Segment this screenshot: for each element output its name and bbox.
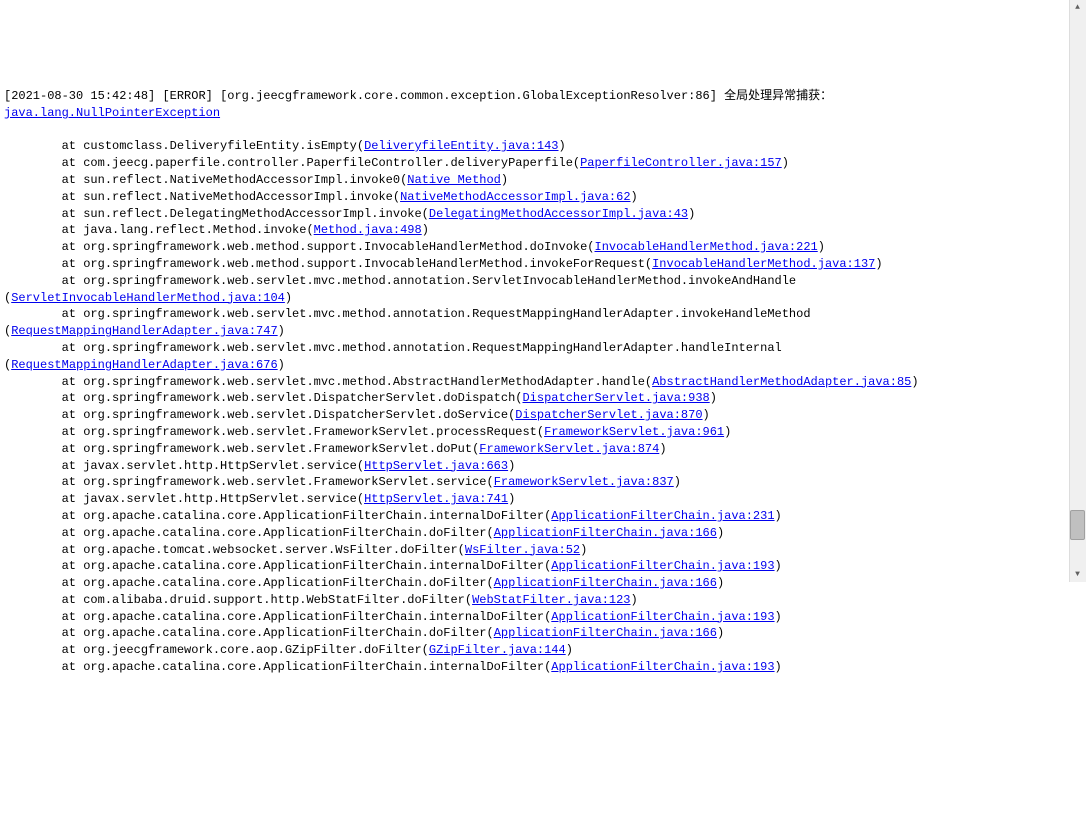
source-link[interactable]: AbstractHandlerMethodAdapter.java:85 bbox=[652, 375, 911, 389]
log-message: 全局处理异常捕获： bbox=[724, 89, 832, 103]
stacktrace-line: at org.springframework.web.servlet.Dispa… bbox=[4, 390, 1062, 407]
source-link[interactable]: InvocableHandlerMethod.java:221 bbox=[595, 240, 818, 254]
scrollbar-thumb[interactable] bbox=[1070, 510, 1085, 540]
stacktrace-line: at org.springframework.web.servlet.mvc.m… bbox=[4, 374, 1062, 391]
stacktrace-line: at org.apache.catalina.core.ApplicationF… bbox=[4, 508, 1062, 525]
log-level: [ERROR] bbox=[162, 89, 212, 103]
source-link[interactable]: DispatcherServlet.java:938 bbox=[522, 391, 709, 405]
timestamp: [2021-08-30 15:42:48] bbox=[4, 89, 155, 103]
source-link[interactable]: ApplicationFilterChain.java:193 bbox=[551, 610, 774, 624]
source-link[interactable]: WsFilter.java:52 bbox=[465, 543, 580, 557]
source-link[interactable]: InvocableHandlerMethod.java:137 bbox=[652, 257, 875, 271]
stacktrace-line: at org.apache.catalina.core.ApplicationF… bbox=[4, 609, 1062, 626]
stacktrace-line: at customclass.DeliveryfileEntity.isEmpt… bbox=[4, 138, 1062, 155]
stacktrace-line: at org.springframework.web.servlet.Frame… bbox=[4, 424, 1062, 441]
stacktrace-line: at org.jeecgframework.core.aop.GZipFilte… bbox=[4, 642, 1062, 659]
stacktrace-line: at java.lang.reflect.Method.invoke(Metho… bbox=[4, 222, 1062, 239]
source-link[interactable]: HttpServlet.java:741 bbox=[364, 492, 508, 506]
stacktrace-line: at org.apache.catalina.core.ApplicationF… bbox=[4, 625, 1062, 642]
log-source: [org.jeecgframework.core.common.exceptio… bbox=[220, 89, 717, 103]
source-link[interactable]: WebStatFilter.java:123 bbox=[472, 593, 630, 607]
source-link[interactable]: FrameworkServlet.java:837 bbox=[494, 475, 674, 489]
stacktrace-line: at org.springframework.web.servlet.Frame… bbox=[4, 474, 1062, 491]
scroll-down-arrow-icon[interactable]: ▼ bbox=[1070, 567, 1085, 582]
source-link[interactable]: NativeMethodAccessorImpl.java:62 bbox=[400, 190, 630, 204]
exception-link[interactable]: java.lang.NullPointerException bbox=[4, 106, 220, 120]
source-link[interactable]: RequestMappingHandlerAdapter.java:676 bbox=[11, 358, 277, 372]
scroll-up-arrow-icon[interactable]: ▲ bbox=[1070, 0, 1085, 15]
stacktrace-lines: at customclass.DeliveryfileEntity.isEmpt… bbox=[4, 138, 1062, 676]
source-link[interactable]: ServletInvocableHandlerMethod.java:104 bbox=[11, 291, 285, 305]
source-link[interactable]: ApplicationFilterChain.java:231 bbox=[551, 509, 774, 523]
source-link[interactable]: Native Method bbox=[407, 173, 501, 187]
source-link[interactable]: ApplicationFilterChain.java:193 bbox=[551, 660, 774, 674]
source-link[interactable]: PaperfileController.java:157 bbox=[580, 156, 782, 170]
stacktrace-line: at org.apache.catalina.core.ApplicationF… bbox=[4, 525, 1062, 542]
source-link[interactable]: DispatcherServlet.java:870 bbox=[515, 408, 702, 422]
stacktrace-line: at org.apache.catalina.core.ApplicationF… bbox=[4, 659, 1062, 676]
source-link[interactable]: DelegatingMethodAccessorImpl.java:43 bbox=[429, 207, 688, 221]
stacktrace-line: at sun.reflect.NativeMethodAccessorImpl.… bbox=[4, 172, 1062, 189]
stacktrace-line: at org.apache.catalina.core.ApplicationF… bbox=[4, 575, 1062, 592]
stacktrace-line: at org.springframework.web.servlet.mvc.m… bbox=[4, 306, 1062, 340]
stacktrace-line: at com.alibaba.druid.support.http.WebSta… bbox=[4, 592, 1062, 609]
stacktrace-line: at javax.servlet.http.HttpServlet.servic… bbox=[4, 458, 1062, 475]
stacktrace-line: at org.springframework.web.method.suppor… bbox=[4, 256, 1062, 273]
stacktrace-line: at org.springframework.web.method.suppor… bbox=[4, 239, 1062, 256]
source-link[interactable]: Method.java:498 bbox=[314, 223, 422, 237]
stacktrace-viewer: [2021-08-30 15:42:48] [ERROR] [org.jeecg… bbox=[4, 71, 1082, 692]
source-link[interactable]: ApplicationFilterChain.java:166 bbox=[494, 626, 717, 640]
stacktrace-line: at org.apache.catalina.core.ApplicationF… bbox=[4, 558, 1062, 575]
source-link[interactable]: ApplicationFilterChain.java:166 bbox=[494, 526, 717, 540]
source-link[interactable]: FrameworkServlet.java:874 bbox=[479, 442, 659, 456]
stacktrace-line: at org.springframework.web.servlet.Frame… bbox=[4, 441, 1062, 458]
source-link[interactable]: ApplicationFilterChain.java:166 bbox=[494, 576, 717, 590]
source-link[interactable]: GZipFilter.java:144 bbox=[429, 643, 566, 657]
source-link[interactable]: RequestMappingHandlerAdapter.java:747 bbox=[11, 324, 277, 338]
source-link[interactable]: ApplicationFilterChain.java:193 bbox=[551, 559, 774, 573]
source-link[interactable]: FrameworkServlet.java:961 bbox=[544, 425, 724, 439]
log-header-line: [2021-08-30 15:42:48] [ERROR] [org.jeecg… bbox=[4, 88, 1062, 122]
stacktrace-line: at org.springframework.web.servlet.Dispa… bbox=[4, 407, 1062, 424]
source-link[interactable]: DeliveryfileEntity.java:143 bbox=[364, 139, 558, 153]
stacktrace-line: at org.apache.tomcat.websocket.server.Ws… bbox=[4, 542, 1062, 559]
stacktrace-line: at sun.reflect.NativeMethodAccessorImpl.… bbox=[4, 189, 1062, 206]
source-link[interactable]: HttpServlet.java:663 bbox=[364, 459, 508, 473]
vertical-scrollbar[interactable]: ▲ ▼ bbox=[1069, 0, 1086, 582]
stacktrace-line: at org.springframework.web.servlet.mvc.m… bbox=[4, 273, 1062, 307]
stacktrace-line: at sun.reflect.DelegatingMethodAccessorI… bbox=[4, 206, 1062, 223]
stacktrace-line: at com.jeecg.paperfile.controller.Paperf… bbox=[4, 155, 1062, 172]
stacktrace-line: at org.springframework.web.servlet.mvc.m… bbox=[4, 340, 1062, 374]
stacktrace-line: at javax.servlet.http.HttpServlet.servic… bbox=[4, 491, 1062, 508]
